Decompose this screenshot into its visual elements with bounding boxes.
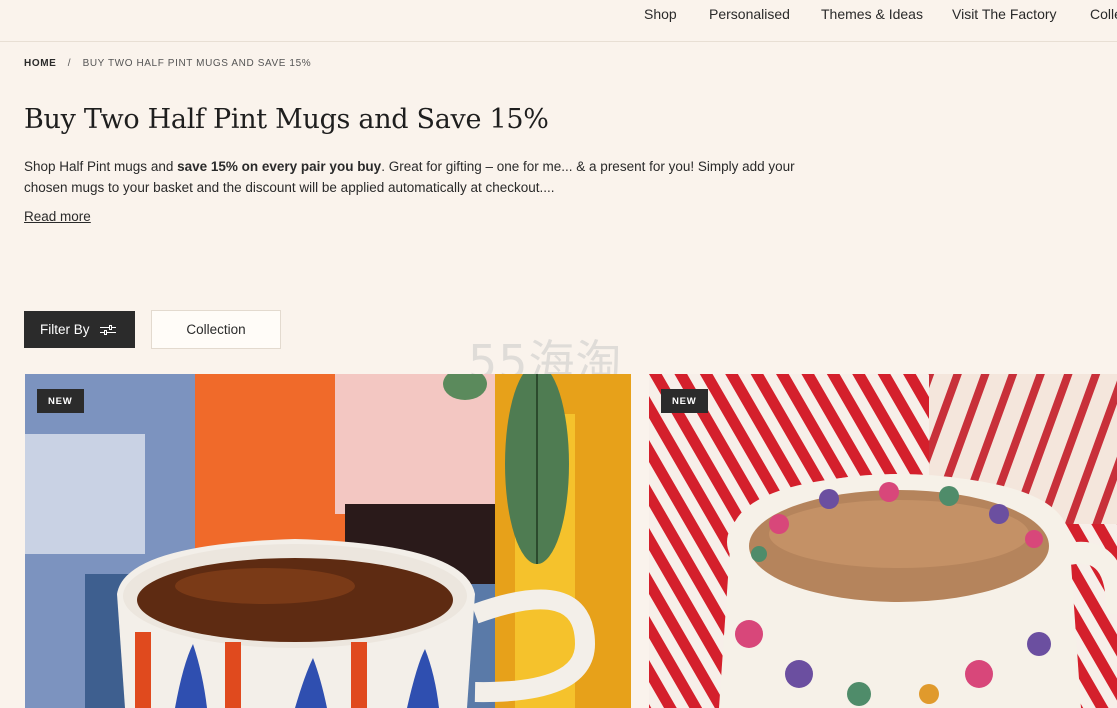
page-intro: Shop Half Pint mugs and save 15% on ever… bbox=[24, 156, 804, 198]
breadcrumb: HOME / BUY TWO HALF PINT MUGS AND SAVE 1… bbox=[24, 58, 311, 69]
intro-text-bold: save 15% on every pair you buy bbox=[177, 159, 382, 174]
filter-by-button[interactable]: Filter By bbox=[24, 311, 135, 348]
nav-item-visit-factory[interactable]: Visit The Factory bbox=[952, 6, 1057, 22]
intro-text-start: Shop Half Pint mugs and bbox=[24, 159, 178, 174]
product-image bbox=[649, 374, 1117, 708]
new-badge: NEW bbox=[661, 389, 708, 413]
collection-label: Collection bbox=[186, 322, 246, 337]
product-image bbox=[25, 374, 631, 708]
breadcrumb-separator: / bbox=[67, 58, 72, 69]
nav-item-themes-ideas[interactable]: Themes & Ideas bbox=[821, 6, 923, 22]
sliders-icon bbox=[99, 324, 116, 336]
product-card[interactable]: NEW bbox=[25, 374, 631, 708]
page-title: Buy Two Half Pint Mugs and Save 15% bbox=[24, 104, 549, 135]
breadcrumb-current: BUY TWO HALF PINT MUGS AND SAVE 15% bbox=[82, 58, 312, 69]
nav-item-collections[interactable]: Colle bbox=[1090, 6, 1117, 22]
new-badge: NEW bbox=[37, 389, 84, 413]
breadcrumb-home-link[interactable]: HOME bbox=[24, 58, 56, 69]
nav-item-shop[interactable]: Shop bbox=[644, 6, 677, 22]
nav-item-personalised[interactable]: Personalised bbox=[709, 6, 790, 22]
top-navigation: Shop Personalised Themes & Ideas Visit T… bbox=[0, 0, 1117, 42]
filter-by-label: Filter By bbox=[40, 322, 90, 337]
collection-filter-button[interactable]: Collection bbox=[151, 310, 281, 349]
read-more-link[interactable]: Read more bbox=[24, 209, 91, 224]
product-card[interactable]: NEW bbox=[649, 374, 1117, 708]
